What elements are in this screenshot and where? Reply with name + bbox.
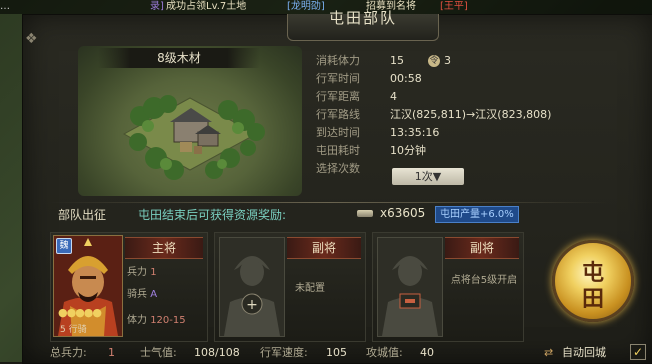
- info-value: 4: [390, 90, 397, 103]
- main-general-card[interactable]: 魏 ●●●●● 5 行骑 主将 兵力 1 骑兵 A 体力 120-15: [50, 232, 208, 342]
- faction-badge: 魏: [56, 238, 72, 254]
- stat-label: 体力: [127, 315, 147, 326]
- farming-button-label-bottom: 田: [581, 287, 604, 312]
- info-value: 00:58: [390, 72, 422, 85]
- ticker-prefix: …: [0, 1, 10, 12]
- stat-label: 骑兵: [127, 289, 147, 300]
- repeat-count-select[interactable]: 1次▼: [392, 168, 464, 185]
- stat-value: A: [150, 289, 158, 300]
- announcement-ticker: … 录] 成功占领Lv.7土地 [龙明劭] 招募到名将 [王平]: [0, 0, 652, 14]
- siege-value: 40: [420, 346, 434, 359]
- status-text: 未配置: [295, 283, 325, 294]
- stat-troops: 兵力 1: [127, 263, 157, 278]
- deputy-2-status: 点将台5级开启: [447, 273, 521, 289]
- target-name-banner: 8级木材: [98, 48, 260, 68]
- stat-stamina: 体力 120-15: [127, 311, 186, 326]
- stat-cavalry: 骑兵 A: [127, 285, 157, 300]
- deputy-general-slot-2[interactable]: 副将 点将台5级开启: [372, 232, 524, 342]
- target-tile-preview: [78, 46, 302, 196]
- deputy-general-slot-1[interactable]: + 副将 未配置: [214, 232, 366, 342]
- total-troops-value: 1: [108, 346, 115, 359]
- start-farming-button[interactable]: 屯 田: [552, 240, 634, 322]
- empty-general-silhouette[interactable]: +: [219, 237, 285, 337]
- info-value: 10分钟: [390, 144, 426, 157]
- info-label: 行军距离: [316, 90, 360, 103]
- wood-resource-icon: [357, 210, 373, 217]
- status-text: 点将台5级开启: [450, 275, 518, 286]
- info-extra-value: 3: [444, 54, 451, 67]
- ticker-message-1: 成功占领Lv.7土地: [166, 1, 247, 12]
- info-label: 屯田耗时: [316, 144, 360, 157]
- info-label: 行军时间: [316, 72, 360, 85]
- general-star-rating: ●●●●●: [58, 306, 102, 319]
- farming-bonus-badge: 屯田产量+6.0%: [435, 206, 519, 223]
- info-label: 选择次数: [316, 162, 360, 175]
- main-general-title: 主将: [125, 237, 203, 259]
- resource-tile-illustration: [122, 95, 265, 180]
- section-divider: [48, 202, 608, 203]
- reward-description: 屯田结束后可获得资源奖励:: [138, 208, 287, 222]
- ticker-player-name[interactable]: [龙明劭]: [287, 0, 325, 14]
- target-name: 8级木材: [157, 51, 201, 65]
- deputy-1-status: 未配置: [295, 279, 325, 294]
- ticker-general-name[interactable]: [王平]: [440, 0, 468, 14]
- deputy-2-title: 副将: [445, 237, 519, 259]
- dialog-title: 屯田部队: [328, 9, 397, 27]
- auto-return-label[interactable]: 自动回城: [562, 344, 606, 362]
- silhouette-art: +: [224, 256, 280, 336]
- panel-corner-ornament: ❖: [25, 31, 38, 47]
- dialog-title-bar: 屯田部队: [287, 9, 439, 41]
- siege-label: 攻城值:: [366, 346, 403, 359]
- plus-icon: +: [246, 297, 258, 313]
- auto-return-checkbox[interactable]: ✓: [630, 344, 646, 360]
- stat-value: 1: [150, 267, 157, 278]
- info-value: 13:35:16: [390, 126, 440, 139]
- info-label: 到达时间: [316, 126, 360, 139]
- locked-icon: [405, 299, 415, 303]
- info-value: 15: [390, 54, 404, 67]
- morale-value: 108/108: [194, 346, 240, 359]
- stat-value: 120-15: [150, 315, 186, 326]
- deputy-1-title: 副将: [287, 237, 361, 259]
- locked-general-silhouette[interactable]: [377, 237, 443, 337]
- march-speed-value: 105: [326, 346, 347, 359]
- silhouette-art: [382, 256, 438, 336]
- morale-label: 士气值:: [140, 346, 177, 359]
- reward-amount: x63605: [380, 206, 426, 220]
- troop-summary-bar: 总兵力: 1 士气值: 108/108 行军速度: 105 攻城值: 40 ⇄ …: [50, 344, 650, 362]
- seal-icon: 令: [428, 55, 440, 67]
- info-label: 行军路线: [316, 108, 360, 121]
- info-value: 江汉(825,811)→江汉(823,808): [390, 108, 552, 121]
- march-speed-label: 行军速度:: [260, 346, 308, 359]
- general-portrait[interactable]: 魏 ●●●●● 5 行骑: [53, 235, 123, 337]
- info-label: 消耗体力: [316, 54, 360, 67]
- stat-label: 兵力: [127, 267, 147, 278]
- auto-return-icon: ⇄: [544, 346, 554, 359]
- team-dispatch-label: 部队出征: [58, 208, 107, 222]
- ticker-tag-1: 录]: [150, 1, 164, 12]
- general-rank-label: 5 行骑: [60, 325, 87, 335]
- total-troops-label: 总兵力:: [50, 346, 87, 359]
